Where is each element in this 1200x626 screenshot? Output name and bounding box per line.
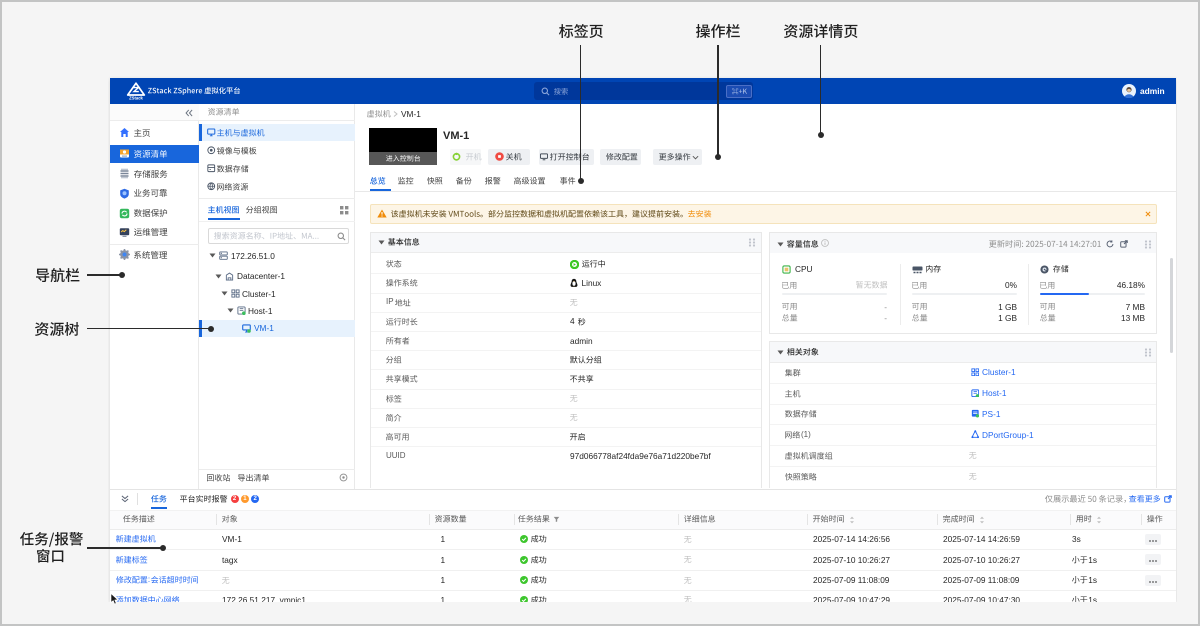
svg-text:ZStack: ZStack: [129, 96, 143, 100]
